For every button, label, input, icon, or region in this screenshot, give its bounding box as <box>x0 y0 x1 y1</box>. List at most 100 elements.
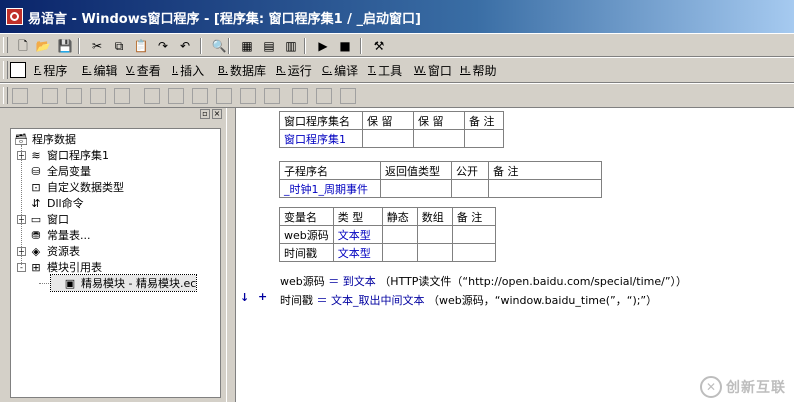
toolbar-grip[interactable] <box>3 87 8 104</box>
table-cell[interactable] <box>416 243 453 262</box>
table-cell[interactable]: 时间戳 <box>279 243 334 262</box>
align-left-icon[interactable] <box>42 88 58 104</box>
paste-icon[interactable]: 📋 <box>132 37 150 54</box>
undo-icon[interactable]: ↶ <box>176 37 194 54</box>
run-icon[interactable]: ▶ <box>314 37 332 54</box>
tree-item-label: 窗口程序集1 <box>47 149 109 162</box>
table-cell[interactable]: 文本型 <box>332 225 383 244</box>
table-cell[interactable] <box>416 225 453 244</box>
table-cell[interactable]: 窗口程序集1 <box>279 129 363 148</box>
subroutine-table[interactable]: 子程序名 返回值类型 公开备 注 _时钟1_周期事件 <box>279 161 602 198</box>
menu-item-4[interactable]: B. 数据库 <box>218 62 266 79</box>
variable-table[interactable]: 变量名类 型静态 数组备 注 web源码 文本型 时间戳 文本型 <box>279 207 496 262</box>
same-width-icon[interactable] <box>144 88 160 104</box>
center-h-icon[interactable] <box>264 88 280 104</box>
table-cell[interactable] <box>381 243 418 262</box>
table-cell[interactable]: _时钟1_周期事件 <box>279 179 381 198</box>
tree-item[interactable]: + ≋ 窗口程序集1 <box>17 147 109 163</box>
menu-item-5[interactable]: R. 运行 <box>276 62 312 79</box>
new-file-icon[interactable]: 🗋 <box>14 37 32 54</box>
menu-label: 数据库 <box>230 64 267 78</box>
code-line-1[interactable]: web源码 ＝ 到文本 （HTTP读文件（“http://open.baidu.… <box>280 273 687 289</box>
tree-item[interactable]: ⇵ Dll命令 <box>17 195 83 211</box>
tree-root[interactable]: 🗃 程序数据 <box>14 131 76 147</box>
menu-item-6[interactable]: C. 编译 <box>322 62 358 79</box>
tree-item[interactable]: + ◈ 资源表 <box>17 243 80 259</box>
space-v-icon[interactable] <box>240 88 256 104</box>
table-header-cell: 备 注 <box>488 161 602 180</box>
toolbar-separator <box>304 38 306 54</box>
table-cell[interactable] <box>451 225 496 244</box>
table-cell[interactable] <box>488 179 602 198</box>
menu-item-7[interactable]: T. 工具 <box>368 62 402 79</box>
table-cell[interactable] <box>381 225 418 244</box>
table-cell[interactable] <box>413 129 465 148</box>
save-icon[interactable]: 💾 <box>56 37 74 54</box>
toolbar-grip[interactable] <box>3 37 8 53</box>
layout2-icon[interactable]: ▤ <box>260 37 278 54</box>
tree-item-label: 精易模块 - 精易模块.ec <box>81 277 197 290</box>
table-row[interactable]: _时钟1_周期事件 <box>279 179 602 198</box>
app-icon[interactable] <box>6 8 23 25</box>
tree-item[interactable]: ⛃ 常量表... <box>17 227 90 243</box>
align-grid-icon[interactable] <box>12 88 28 104</box>
table-cell[interactable] <box>451 179 489 198</box>
panel-splitter[interactable] <box>226 108 236 402</box>
same-size-icon[interactable] <box>192 88 208 104</box>
module-icon: ▣ <box>64 276 76 290</box>
expand-plus-icon[interactable]: + <box>258 290 267 303</box>
stop-icon[interactable]: ■ <box>336 37 354 54</box>
code-line-2[interactable]: 时间戳 ＝ 文本_取出中间文本 （web源码，“window.baidu_tim… <box>280 292 657 308</box>
table-cell[interactable] <box>451 243 496 262</box>
project-tree[interactable]: 🗃 程序数据 + ≋ 窗口程序集1 ⛁ 全局变量 ⊡ 自定义数据类型 ⇵ Dll命令 + ▭ 窗口 ⛃ 常… <box>10 128 221 398</box>
table-row[interactable]: web源码 文本型 <box>279 225 496 244</box>
compile-icon[interactable]: ⚒ <box>370 37 388 54</box>
watermark: ✕ 创新互联 <box>700 376 786 398</box>
editor-gutter <box>236 108 254 402</box>
align-bottom-icon[interactable] <box>114 88 130 104</box>
table-cell[interactable] <box>362 129 414 148</box>
menu-item-1[interactable]: E. 编辑 <box>82 62 118 79</box>
table-cell[interactable] <box>380 179 452 198</box>
table-cell[interactable]: 文本型 <box>332 243 383 262</box>
space-h-icon[interactable] <box>216 88 232 104</box>
align-top-icon[interactable] <box>90 88 106 104</box>
menu-app-icon[interactable] <box>10 62 26 78</box>
redo-icon[interactable]: ↷ <box>154 37 172 54</box>
open-folder-icon[interactable]: 📂 <box>34 37 52 54</box>
align-center-icon[interactable] <box>66 88 82 104</box>
find-icon[interactable]: 🔍 <box>210 37 228 54</box>
table-header-cell: 公开 <box>451 161 489 180</box>
menu-item-8[interactable]: W. 窗口 <box>414 62 452 79</box>
same-height-icon[interactable] <box>168 88 184 104</box>
layout3-icon[interactable]: ▥ <box>282 37 300 54</box>
menu-item-0[interactable]: F. 程序 <box>34 62 67 79</box>
menu-item-2[interactable]: V. 查看 <box>126 62 161 79</box>
cut-icon[interactable]: ✂ <box>88 37 106 54</box>
tree-item[interactable]: ⛁ 全局变量 <box>17 163 91 179</box>
panel-close-icon[interactable]: × <box>212 109 222 119</box>
center-both-icon[interactable] <box>316 88 332 104</box>
tree-item[interactable]: + ▭ 窗口 <box>17 211 69 227</box>
assembly-table[interactable]: 窗口程序集名保 留保 留备 注窗口程序集1 <box>279 111 504 148</box>
tree-item[interactable]: - ⊞ 模块引用表 <box>17 259 102 275</box>
menu-item-9[interactable]: H. 帮助 <box>460 62 497 79</box>
table-row[interactable]: 时间戳 文本型 <box>279 243 496 262</box>
tree-item-label: 自定义数据类型 <box>47 181 124 194</box>
code-editor[interactable]: 窗口程序集名保 留保 留备 注窗口程序集1 子程序名 返回值类型 公开备 注 _时钟1… <box>236 108 794 402</box>
tree-item[interactable]: ⊡ 自定义数据类型 <box>17 179 124 195</box>
menu-item-3[interactable]: I. 插入 <box>172 62 204 79</box>
panel-pin-icon[interactable]: ▫ <box>200 109 210 119</box>
code-operator: ＝ <box>316 294 328 307</box>
table-cell[interactable]: web源码 <box>279 225 334 244</box>
table-cell[interactable] <box>464 129 504 148</box>
center-v-icon[interactable] <box>292 88 308 104</box>
breakpoint-arrow-icon[interactable]: ↓ <box>240 291 249 304</box>
menu-grip-handle[interactable] <box>3 61 8 79</box>
code-args: （HTTP读文件（“http://open.baidu.com/special/… <box>379 275 688 288</box>
snap-icon[interactable] <box>340 88 356 104</box>
tree-item[interactable]: ▣ 精易模块 - 精易模块.ec <box>49 274 198 292</box>
table-row[interactable]: 窗口程序集1 <box>279 129 504 148</box>
copy-icon[interactable]: ⧉ <box>110 37 128 54</box>
layout1-icon[interactable]: ▦ <box>238 37 256 54</box>
